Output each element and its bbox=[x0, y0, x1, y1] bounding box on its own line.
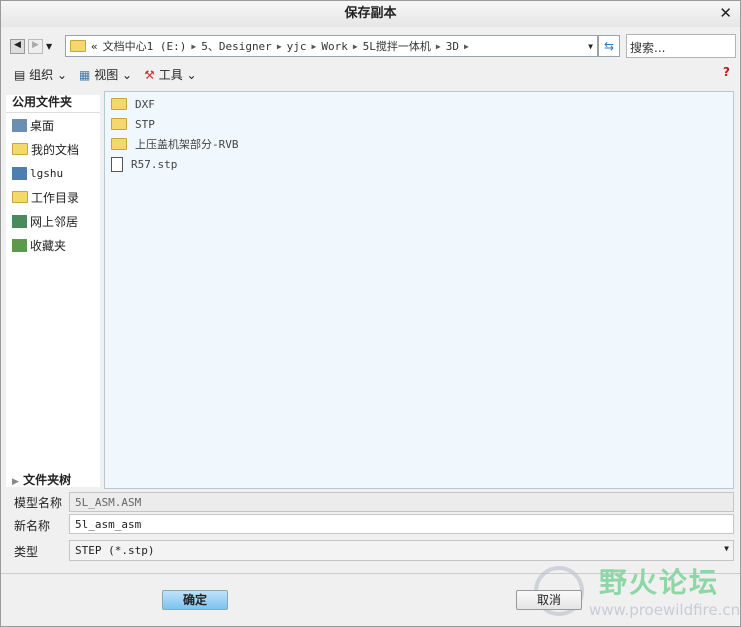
expand-icon: ▶ bbox=[12, 477, 19, 487]
file-list: DXF STP 上压盖机架部分-RVB R57.stp bbox=[104, 91, 734, 489]
crumb[interactable]: 5、Designer bbox=[201, 38, 272, 54]
sidebar-item-workdir[interactable]: 工作目录 bbox=[6, 185, 100, 209]
address-bar[interactable]: « 文档中心1 (E:) ▶ 5、Designer ▶ yjc ▶ Work ▶ 5L搅… bbox=[65, 35, 598, 57]
file-icon bbox=[111, 156, 123, 172]
type-value: STEP (*.stp) bbox=[75, 544, 155, 557]
refresh-button[interactable]: ⇆ bbox=[598, 35, 620, 57]
organize-label: 组织 bbox=[29, 68, 54, 82]
file-name: DXF bbox=[135, 97, 155, 111]
type-select[interactable]: STEP (*.stp) ▼ bbox=[69, 540, 734, 561]
network-icon bbox=[12, 214, 27, 228]
watermark-url: www.proewildfire.cn bbox=[589, 601, 741, 619]
crumb[interactable]: yjc bbox=[287, 40, 307, 53]
label: 工作目录 bbox=[31, 190, 80, 205]
label: 桌面 bbox=[30, 118, 55, 133]
search-input[interactable]: 搜索... bbox=[626, 34, 736, 58]
crumb[interactable]: 文档中心1 (E:) bbox=[103, 38, 187, 54]
model-name-field: 5L_ASM.ASM bbox=[69, 492, 734, 512]
folder-icon bbox=[70, 40, 86, 52]
tools-menu[interactable]: ⚒ 工具 ⌄ bbox=[144, 66, 196, 83]
favorites-icon bbox=[12, 238, 27, 252]
watermark-text: 野火论坛 bbox=[599, 566, 720, 599]
sidebar-item-lgshu[interactable]: lgshu bbox=[6, 161, 100, 185]
chevron-down-icon: ▼ bbox=[724, 544, 729, 553]
new-name-input[interactable]: 5l_asm_asm bbox=[69, 514, 734, 534]
sidebar-header: 公用文件夹 bbox=[6, 95, 100, 113]
sidebar-item-network[interactable]: 网上邻居 bbox=[6, 209, 100, 233]
view-label: 视图 bbox=[94, 68, 119, 82]
grid-icon: ▦ bbox=[79, 68, 91, 82]
close-button[interactable]: ✕ bbox=[719, 4, 732, 22]
tools-icon: ⚒ bbox=[144, 68, 155, 82]
help-icon[interactable]: ? bbox=[723, 65, 730, 79]
ok-button[interactable]: 确定 bbox=[162, 590, 228, 610]
label: 网上邻居 bbox=[30, 214, 79, 229]
sidebar-item-favorites[interactable]: 收藏夹 bbox=[6, 233, 100, 257]
model-name-label: 模型名称 bbox=[14, 496, 63, 510]
list-item[interactable]: 上压盖机架部分-RVB bbox=[105, 134, 733, 154]
folder-tree-toggle[interactable]: ▶ 文件夹树 bbox=[12, 471, 71, 488]
computer-icon bbox=[12, 166, 27, 180]
desktop-icon bbox=[12, 118, 27, 132]
list-item[interactable]: R57.stp bbox=[105, 154, 733, 174]
list-item[interactable]: STP bbox=[105, 114, 733, 134]
file-name: R57.stp bbox=[131, 157, 178, 171]
workdir-icon bbox=[12, 191, 28, 203]
back-button[interactable]: ◀ bbox=[10, 39, 25, 54]
address-dropdown[interactable]: ▼ bbox=[588, 42, 593, 51]
folder-icon bbox=[111, 118, 127, 130]
label: 文件夹树 bbox=[23, 473, 72, 487]
tools-label: 工具 bbox=[158, 68, 183, 82]
file-name: STP bbox=[135, 117, 155, 131]
sidebar-item-documents[interactable]: 我的文档 bbox=[6, 137, 100, 161]
cancel-button[interactable]: 取消 bbox=[516, 590, 582, 610]
label: lgshu bbox=[30, 166, 64, 180]
recent-dropdown[interactable]: ▼ bbox=[46, 39, 52, 54]
dialog-title: 保存副本 bbox=[1, 1, 740, 27]
view-menu[interactable]: ▦ 视图 ⌄ bbox=[79, 66, 132, 83]
label: 收藏夹 bbox=[30, 238, 67, 253]
sidebar-item-desktop[interactable]: 桌面 bbox=[6, 113, 100, 137]
crumb[interactable]: 5L搅拌一体机 bbox=[363, 38, 431, 54]
crumb[interactable]: Work bbox=[321, 40, 348, 53]
crumb[interactable]: 3D bbox=[446, 40, 459, 53]
label: 我的文档 bbox=[31, 142, 80, 157]
forward-button[interactable]: ▶ bbox=[28, 39, 43, 54]
new-name-label: 新名称 bbox=[14, 519, 51, 533]
organize-menu[interactable]: ▤ 组织 ⌄ bbox=[14, 66, 67, 83]
folder-icon bbox=[111, 138, 127, 150]
sidebar: 公用文件夹 桌面 我的文档 lgshu 工作目录 网上邻居 收藏夹 ▶ 文件夹树 bbox=[6, 95, 100, 487]
folder-icon bbox=[111, 98, 127, 110]
list-item[interactable]: DXF bbox=[105, 94, 733, 114]
documents-icon bbox=[12, 143, 28, 155]
type-label: 类型 bbox=[14, 545, 39, 559]
file-name: 上压盖机架部分-RVB bbox=[135, 138, 239, 151]
